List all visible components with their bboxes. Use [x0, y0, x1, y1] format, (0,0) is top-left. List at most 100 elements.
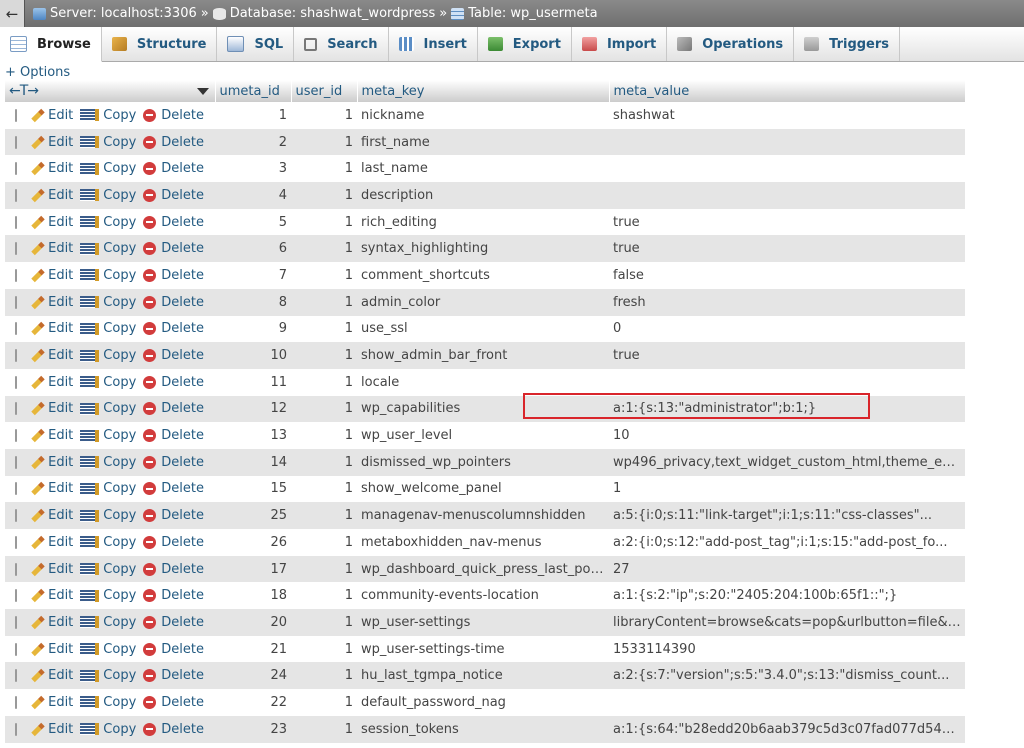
cell-umeta-id[interactable]: 10	[215, 342, 291, 369]
cell-user-id[interactable]: 1	[291, 182, 357, 209]
delete-button[interactable]: Delete	[143, 321, 204, 336]
copy-button[interactable]: Copy	[80, 348, 136, 363]
edit-button[interactable]: Edit	[31, 375, 73, 390]
delete-button[interactable]: Delete	[143, 535, 204, 550]
cell-meta-key[interactable]: wp_dashboard_quick_press_last_post_id	[357, 555, 609, 583]
copy-button[interactable]: Copy	[80, 161, 136, 176]
delete-button[interactable]: Delete	[143, 135, 204, 150]
cell-meta-key[interactable]: wp_user-settings	[357, 609, 609, 636]
copy-button[interactable]: Copy	[80, 695, 136, 710]
row-checkbox[interactable]	[15, 455, 18, 469]
tab-triggers[interactable]: Triggers	[794, 27, 901, 61]
cell-meta-value[interactable]	[609, 368, 965, 396]
edit-button[interactable]: Edit	[31, 188, 73, 203]
cell-user-id[interactable]: 1	[291, 368, 357, 396]
edit-button[interactable]: Edit	[31, 241, 73, 256]
row-checkbox[interactable]	[15, 535, 18, 549]
breadcrumb-server[interactable]: Server: localhost:3306	[33, 6, 197, 21]
cell-meta-value[interactable]	[609, 128, 965, 156]
cell-umeta-id[interactable]: 25	[215, 502, 291, 529]
cell-user-id[interactable]: 1	[291, 662, 357, 690]
copy-button[interactable]: Copy	[80, 508, 136, 523]
cell-user-id[interactable]: 1	[291, 208, 357, 236]
cell-meta-key[interactable]: locale	[357, 368, 609, 396]
cell-user-id[interactable]: 1	[291, 395, 357, 423]
cell-meta-key[interactable]: hu_last_tgmpa_notice	[357, 662, 609, 690]
delete-button[interactable]: Delete	[143, 348, 204, 363]
edit-button[interactable]: Edit	[31, 135, 73, 150]
cell-meta-value[interactable]: a:1:{s:2:"ip";s:20:"2405:204:100b:65f1::…	[609, 582, 965, 610]
breadcrumb-database[interactable]: Database: shashwat_wordpress	[212, 6, 435, 21]
cell-meta-value[interactable]: 27	[609, 555, 965, 583]
edit-button[interactable]: Edit	[31, 428, 73, 443]
cell-umeta-id[interactable]: 23	[215, 715, 291, 743]
row-checkbox[interactable]	[15, 695, 18, 709]
column-header-user-id[interactable]: user_id	[291, 80, 358, 102]
edit-button[interactable]: Edit	[31, 481, 73, 496]
delete-button[interactable]: Delete	[143, 241, 204, 256]
cell-umeta-id[interactable]: 21	[215, 635, 291, 663]
tab-operations[interactable]: Operations	[667, 27, 795, 61]
row-checkbox[interactable]	[15, 162, 18, 176]
delete-button[interactable]: Delete	[143, 295, 204, 310]
cell-meta-value[interactable]: 1533114390	[609, 635, 965, 663]
copy-button[interactable]: Copy	[80, 215, 136, 230]
options-link[interactable]: + Options	[5, 65, 70, 80]
edit-button[interactable]: Edit	[31, 455, 73, 470]
cell-umeta-id[interactable]: 8	[215, 288, 291, 316]
cell-user-id[interactable]: 1	[291, 155, 357, 183]
cell-user-id[interactable]: 1	[291, 342, 357, 369]
delete-button[interactable]: Delete	[143, 588, 204, 603]
cell-meta-key[interactable]: syntax_highlighting	[357, 235, 609, 263]
copy-button[interactable]: Copy	[80, 588, 136, 603]
row-checkbox[interactable]	[15, 482, 18, 496]
edit-button[interactable]: Edit	[31, 401, 73, 416]
cell-umeta-id[interactable]: 1	[215, 102, 291, 129]
dropdown-triangle-icon[interactable]	[196, 87, 209, 95]
copy-button[interactable]: Copy	[80, 188, 136, 203]
row-checkbox[interactable]	[15, 402, 18, 416]
cell-meta-key[interactable]: wp_user-settings-time	[357, 635, 609, 663]
copy-button[interactable]: Copy	[80, 722, 136, 737]
delete-button[interactable]: Delete	[143, 215, 204, 230]
edit-button[interactable]: Edit	[31, 108, 73, 123]
cell-umeta-id[interactable]: 5	[215, 208, 291, 236]
row-checkbox[interactable]	[15, 135, 18, 149]
edit-button[interactable]: Edit	[31, 161, 73, 176]
copy-button[interactable]: Copy	[80, 321, 136, 336]
column-arrows-icon[interactable]: ←T→	[9, 83, 39, 99]
copy-button[interactable]: Copy	[80, 642, 136, 657]
cell-meta-value[interactable]: false	[609, 262, 965, 289]
cell-meta-value[interactable]	[609, 155, 965, 183]
cell-umeta-id[interactable]: 7	[215, 262, 291, 289]
row-checkbox[interactable]	[15, 188, 18, 202]
cell-umeta-id[interactable]: 9	[215, 315, 291, 343]
cell-meta-key[interactable]: session_tokens	[357, 715, 609, 743]
tab-sql[interactable]: SQL	[217, 27, 295, 61]
cell-meta-value[interactable]: libraryContent=browse&cats=pop&urlbutton…	[609, 609, 965, 636]
copy-button[interactable]: Copy	[80, 268, 136, 283]
cell-umeta-id[interactable]: 6	[215, 235, 291, 263]
tab-browse[interactable]: Browse	[0, 27, 102, 62]
edit-button[interactable]: Edit	[31, 535, 73, 550]
delete-button[interactable]: Delete	[143, 615, 204, 630]
edit-button[interactable]: Edit	[31, 615, 73, 630]
cell-user-id[interactable]: 1	[291, 475, 357, 503]
row-checkbox[interactable]	[15, 322, 18, 336]
tab-import[interactable]: Import	[572, 27, 668, 61]
row-checkbox[interactable]	[15, 722, 18, 736]
cell-meta-value[interactable]: true	[609, 208, 965, 236]
cell-user-id[interactable]: 1	[291, 128, 357, 156]
edit-button[interactable]: Edit	[31, 348, 73, 363]
edit-button[interactable]: Edit	[31, 588, 73, 603]
tab-export[interactable]: Export	[478, 27, 572, 61]
cell-meta-value[interactable]: a:5:{i:0;s:11:"link-target";i:1;s:11:"cs…	[609, 502, 965, 529]
cell-umeta-id[interactable]: 24	[215, 662, 291, 690]
copy-button[interactable]: Copy	[80, 108, 136, 123]
cell-user-id[interactable]: 1	[291, 288, 357, 316]
row-checkbox[interactable]	[15, 295, 18, 309]
row-checkbox[interactable]	[15, 429, 18, 443]
cell-meta-value[interactable]: 0	[609, 315, 965, 343]
delete-button[interactable]: Delete	[143, 508, 204, 523]
edit-button[interactable]: Edit	[31, 668, 73, 683]
